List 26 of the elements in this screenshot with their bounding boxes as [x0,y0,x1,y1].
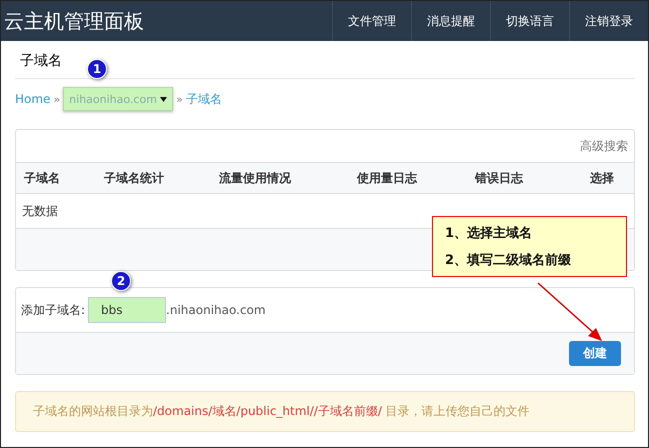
column-header: 子域名 [24,170,61,186]
nav-link[interactable]: 文件管理 [332,1,411,41]
subdomain-field[interactable]: bbs [88,297,166,323]
column-header: 选择 [589,170,615,186]
pointer-arrow [538,282,602,341]
advanced-search-link[interactable]: 高级搜索 [580,138,628,154]
notice-message: 子域名的网站根目录为/domains/域名/public_html//子域名前缀/ 目录，请上传您自己的文件 [15,391,635,432]
field-label: 添加子域名: [21,302,86,318]
create-button[interactable]: 创建 [569,341,621,366]
column-header: 子域名统计 [104,170,165,186]
step-marker: 1 [87,59,107,79]
column-header: 流量使用情况 [219,170,292,186]
nav-link[interactable]: 消息提醒 [411,1,490,41]
callout-text: 2、填写二级域名前缀 [445,252,572,270]
column-header: 使用量日志 [357,170,418,186]
breadcrumb-separator: » [176,92,183,106]
nav-link[interactable]: 切换语言 [490,1,569,41]
app-title: 云主机管理面板 [3,8,144,34]
column-header: 错误日志 [475,170,524,186]
domain-suffix: .nihaonihao.com [166,303,266,317]
nav-link[interactable]: 注销登录 [569,1,648,41]
empty-message: 无数据 [22,202,58,220]
breadcrumb-separator: » [53,92,60,106]
callout-text: 1、选择主域名 [445,224,534,242]
caret-icon [160,96,168,102]
step-marker: 2 [111,271,131,291]
